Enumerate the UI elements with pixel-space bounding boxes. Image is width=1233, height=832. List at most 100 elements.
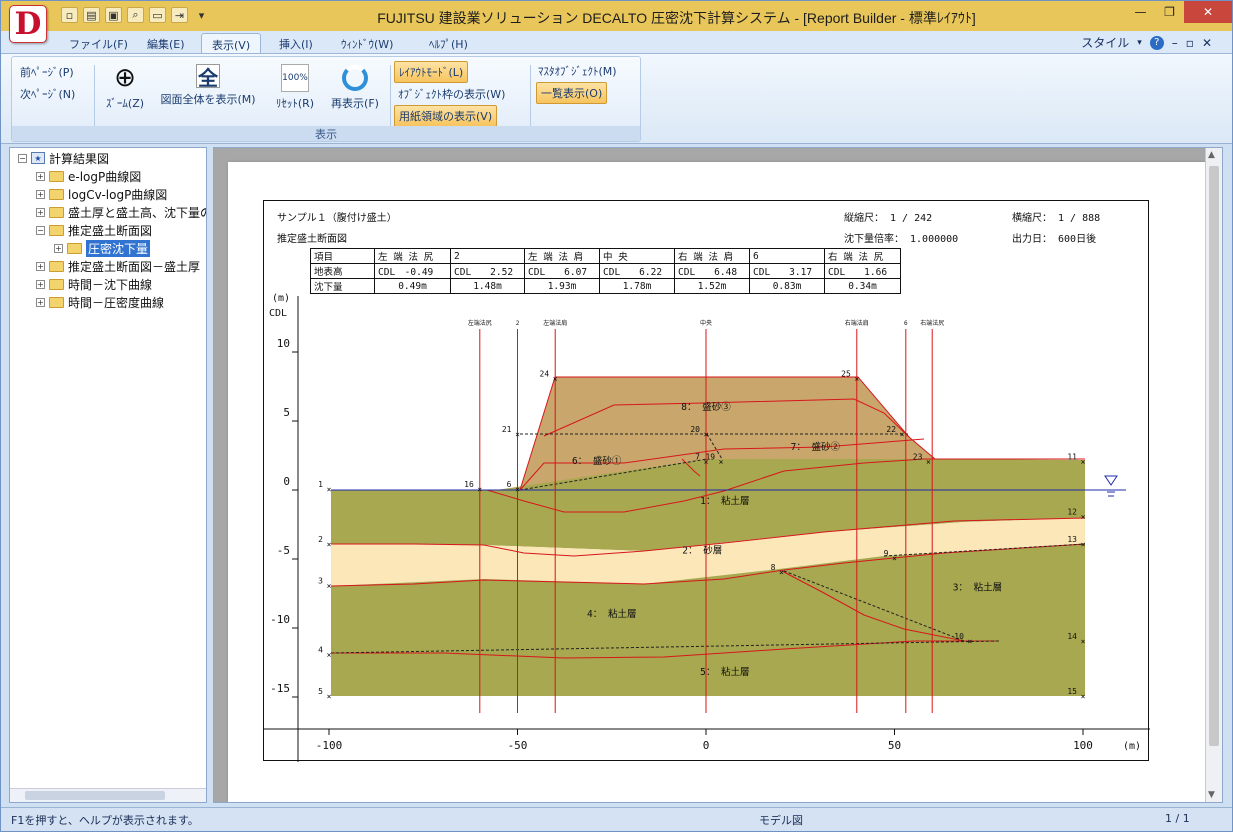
scroll-thumb[interactable] [1209, 166, 1219, 746]
redraw-button[interactable]: 再表示(F) [326, 64, 384, 111]
master-object-toggle[interactable]: ﾏｽﾀｵﾌﾞｼﾞｪｸﾄ(M) [534, 61, 621, 81]
status-mode: モデル図 [759, 814, 803, 827]
fit-all-button[interactable]: 全 図面全体を表示(M) [154, 64, 262, 107]
window-title: FUJITSU 建設業ソリューション DECALTO 圧密沈下計算システム - … [377, 10, 976, 26]
ribbon-tabs: ファイル(F) 編集(E) 表示(V) 挿入(I) ｳｨﾝﾄﾞｳ(W) ﾍﾙﾌﾟ… [1, 31, 1232, 53]
style-menu[interactable]: スタイル [1081, 34, 1129, 51]
print-preview-icon[interactable]: ⌕ [127, 7, 144, 23]
y-tick-label: 0 [283, 475, 290, 488]
node-number: 22 [886, 425, 896, 434]
mdi-restore-button[interactable]: ▫ [1186, 36, 1194, 50]
folder-icon [49, 260, 64, 272]
view-vertical-scrollbar[interactable]: ▲ ▼ [1205, 148, 1222, 802]
app-logo[interactable]: D [9, 5, 47, 43]
tab-help[interactable]: ﾍﾙﾌﾟ(H) [419, 33, 478, 53]
scroll-down-icon[interactable]: ▼ [1208, 790, 1215, 800]
tree-item[interactable]: + e-logP曲線図 [36, 167, 141, 185]
y-tick-label: 5 [283, 406, 290, 419]
expand-icon[interactable]: + [36, 171, 45, 181]
water-level-icon [1104, 475, 1118, 497]
tab-edit[interactable]: 編集(E) [137, 33, 195, 53]
zoom-button[interactable]: ⊕ ｽﾞｰﾑ(Z) [100, 63, 150, 111]
new-icon[interactable]: ▫ [61, 7, 78, 23]
group-separator [530, 65, 531, 127]
group-separator [94, 65, 95, 127]
expand-icon[interactable]: + [36, 207, 45, 217]
node-marker: × [779, 568, 784, 577]
tab-insert[interactable]: 挿入(I) [269, 33, 323, 53]
expand-icon[interactable]: + [36, 297, 45, 307]
soil-layers [331, 377, 1085, 696]
layout-mode-toggle[interactable]: ﾚｲｱｳﾄﾓｰﾄﾞ(L) [394, 61, 469, 83]
tree-item[interactable]: + 盛土厚と盛土高、沈下量の [36, 203, 206, 221]
scroll-up-icon[interactable]: ▲ [1208, 150, 1215, 160]
folder-icon [49, 296, 64, 308]
print-icon[interactable]: ▭ [149, 7, 166, 23]
export-icon[interactable]: ⇥ [171, 7, 188, 23]
prev-page-button[interactable]: 前ﾍﾟｰｼﾞ(P) [20, 64, 74, 80]
collapse-icon[interactable]: − [18, 153, 27, 163]
node-marker: × [327, 540, 332, 549]
node-marker: × [704, 430, 709, 439]
minimize-button[interactable]: — [1126, 1, 1155, 23]
node-marker: × [900, 430, 905, 439]
node-number: 13 [1067, 535, 1077, 544]
tree-item[interactable]: + 時間－沈下曲線 [36, 275, 152, 293]
next-page-button[interactable]: 次ﾍﾟｰｼﾞ(N) [20, 86, 75, 102]
status-page: 1 / 1 [1165, 812, 1190, 825]
node-marker: × [327, 692, 332, 701]
style-dropdown-icon[interactable]: ▾ [1137, 38, 1142, 48]
node-number: 15 [1067, 687, 1077, 696]
node-number: 3 [318, 577, 323, 586]
paper-area-toggle[interactable]: 用紙領域の表示(V) [394, 105, 498, 127]
mdi-minimize-button[interactable]: – [1172, 36, 1178, 50]
object-frame-toggle[interactable]: ｵﾌﾞｼﾞｪｸﾄ枠の表示(W) [394, 84, 509, 104]
node-marker: × [327, 485, 332, 494]
reset-label: ﾘｾｯﾄ(R) [275, 97, 315, 110]
tree-item[interactable]: + 推定盛土断面図－盛土厚 [36, 257, 200, 275]
node-number: 2 [318, 535, 323, 544]
expand-icon[interactable]: + [36, 189, 45, 199]
expand-icon[interactable]: + [36, 261, 45, 271]
tab-file[interactable]: ファイル(F) [59, 33, 138, 53]
y-tick-label: -10 [270, 613, 290, 626]
tree-item[interactable]: + 時間－圧密度曲線 [36, 293, 164, 311]
section-line-label: 2 [516, 320, 520, 327]
tree-root[interactable]: − ★ 計算結果図 [18, 149, 109, 167]
tab-view[interactable]: 表示(V) [201, 33, 262, 53]
section-line-label: 中央 [700, 319, 712, 327]
node-marker: × [477, 485, 482, 494]
save-icon[interactable]: ▣ [105, 7, 122, 23]
tab-window[interactable]: ｳｨﾝﾄﾞｳ(W) [331, 33, 403, 53]
reset-button[interactable]: 100% ﾘｾｯﾄ(R) [268, 64, 322, 111]
tree-item[interactable]: − 推定盛土断面図 [36, 221, 152, 239]
node-marker: × [1081, 457, 1086, 466]
folder-icon [49, 278, 64, 290]
help-icon[interactable]: ? [1149, 35, 1164, 50]
tree-item[interactable]: + logCv-logP曲線図 [36, 185, 167, 203]
expand-icon[interactable]: + [54, 243, 63, 253]
view-group: 前ﾍﾟｰｼﾞ(P) 次ﾍﾟｰｼﾞ(N) ⊕ ｽﾞｰﾑ(Z) 全 図面全体を表示(… [11, 56, 641, 142]
open-icon[interactable]: ▤ [83, 7, 100, 23]
scroll-thumb[interactable] [25, 791, 165, 800]
restore-button[interactable]: ❐ [1155, 1, 1184, 23]
node-marker: × [553, 375, 558, 384]
report-frame: サンプル１（腹付け盛土） 推定盛土断面図 縦縮尺： 1 / 242 横縮尺： 1… [263, 200, 1150, 762]
node-number: 19 [705, 452, 715, 461]
mdi-close-button[interactable]: ✕ [1202, 36, 1212, 50]
tree-horizontal-scrollbar[interactable] [10, 788, 206, 802]
node-marker: × [892, 554, 897, 563]
customize-qat-icon[interactable]: ▾ [193, 7, 210, 23]
collapse-icon[interactable]: − [36, 225, 45, 235]
window-controls: — ❐ ✕ [1126, 1, 1232, 23]
result-tree: − ★ 計算結果図 + e-logP曲線図 + logCv-logP曲線図 + … [9, 147, 207, 803]
close-button[interactable]: ✕ [1184, 1, 1232, 23]
node-number: 12 [1067, 508, 1077, 517]
expand-icon[interactable]: + [36, 279, 45, 289]
section-line-label: 左端法尻 [468, 319, 492, 327]
list-view-toggle[interactable]: 一覧表示(O) [536, 82, 608, 104]
view-group-label: 表示 [12, 126, 640, 141]
node-number: 8 [771, 563, 776, 572]
fit-all-label: 図面全体を表示(M) [160, 93, 256, 106]
tree-item-selected[interactable]: + 圧密沈下量 [54, 239, 151, 257]
